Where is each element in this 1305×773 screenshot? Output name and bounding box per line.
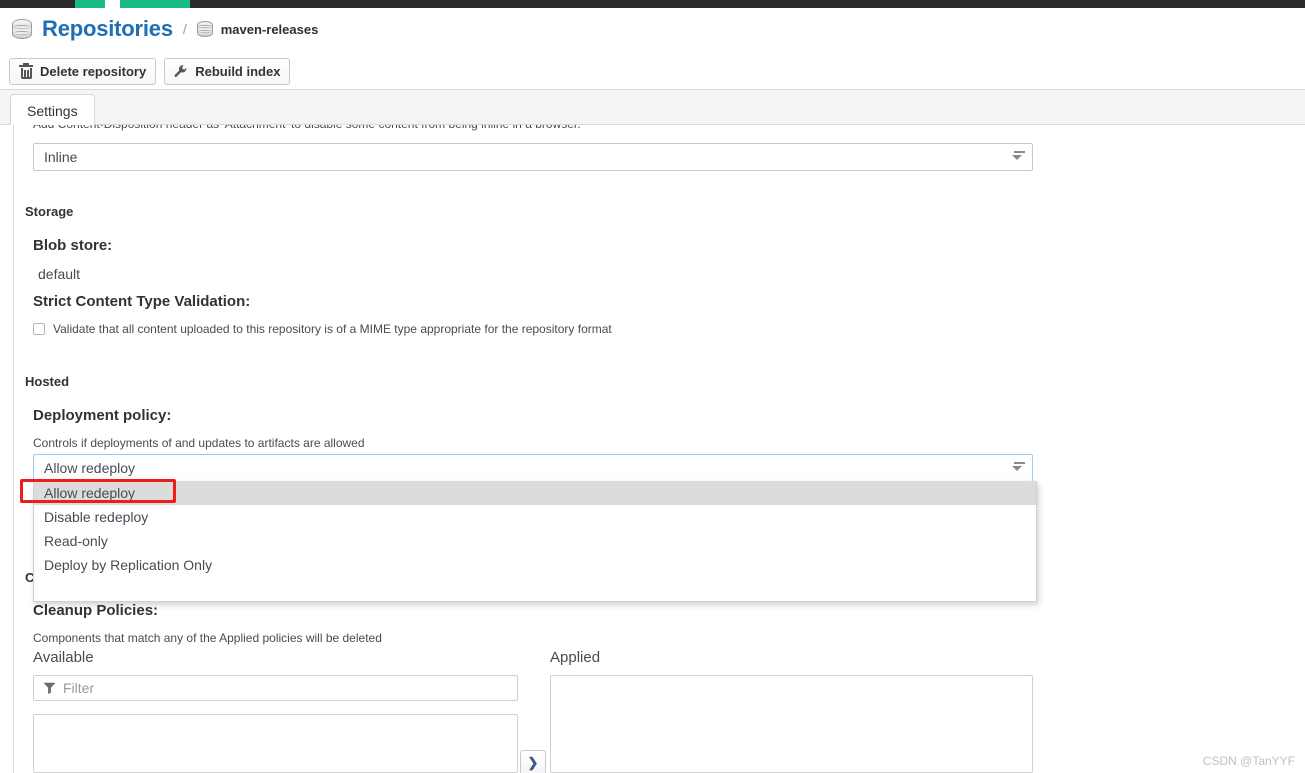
cleanup-policies-label: Cleanup Policies: [33, 602, 159, 619]
tab-settings-label: Settings [27, 102, 78, 119]
panel-left-rail [13, 125, 14, 773]
content-disposition-select[interactable]: Inline [33, 143, 1033, 171]
move-to-applied-button[interactable]: ❯ [520, 750, 546, 773]
dropdown-option-label: Allow redeploy [44, 485, 136, 501]
browser-chrome-band [0, 0, 1305, 8]
dropdown-option-read-only[interactable]: Read-only [34, 529, 1036, 553]
dropdown-option-label: Deploy by Replication Only [44, 557, 213, 573]
section-storage-heading: Storage [25, 204, 74, 219]
applied-column-header: Applied [550, 649, 601, 666]
cleanup-policies-hint: Components that match any of the Applied… [33, 631, 382, 645]
content-disposition-hint-clipped: Add Content-Disposition header as 'Attac… [33, 125, 1033, 139]
tab-settings[interactable]: Settings [10, 94, 95, 126]
browser-tab-gap [105, 0, 120, 8]
dropdown-option-allow-redeploy[interactable]: Allow redeploy [34, 481, 1036, 505]
action-toolbar: Delete repository Rebuild index [9, 58, 291, 85]
deployment-policy-value: Allow redeploy [44, 460, 136, 476]
watermark: CSDN @TanYYF [1202, 754, 1295, 768]
content-disposition-value: Inline [44, 149, 78, 165]
breadcrumb-current-repository: maven-releases [220, 21, 319, 37]
strict-content-type-checkbox[interactable] [33, 323, 45, 335]
repository-icon [196, 20, 213, 38]
breadcrumb: Repositories / maven-releases [0, 8, 1305, 50]
strict-content-type-label: Strict Content Type Validation: [33, 293, 251, 310]
dropdown-option-disable-redeploy[interactable]: Disable redeploy [34, 505, 1036, 529]
tab-bar: Settings [0, 89, 1305, 126]
settings-panel: Add Content-Disposition header as 'Attac… [0, 125, 1305, 773]
blob-store-value: default [38, 266, 81, 282]
strict-content-type-checkbox-label: Validate that all content uploaded to th… [53, 322, 612, 336]
app-window: Repositories / maven-releases Delete rep… [0, 0, 1305, 773]
applied-list[interactable] [550, 675, 1033, 773]
move-right-icon: ❯ [527, 755, 539, 770]
chevron-down-icon [1012, 466, 1022, 471]
section-hosted-heading: Hosted [25, 374, 70, 389]
breadcrumb-separator: / [182, 21, 187, 37]
deployment-policy-hint: Controls if deployments of and updates t… [33, 436, 365, 450]
delete-repository-button[interactable]: Delete repository [9, 58, 157, 85]
select-divider [1014, 151, 1025, 153]
browser-tab-sliver-left [75, 0, 105, 8]
blob-store-label: Blob store: [33, 237, 113, 254]
dropdown-option-label: Disable redeploy [44, 509, 149, 525]
browser-tab-sliver-right [120, 0, 190, 8]
trash-icon [19, 63, 33, 79]
filter-icon [43, 682, 56, 694]
deployment-policy-label: Deployment policy: [33, 407, 172, 424]
available-column-header: Available [33, 649, 94, 666]
available-filter-placeholder: Filter [63, 680, 95, 696]
deployment-policy-select[interactable]: Allow redeploy [33, 454, 1033, 482]
available-filter-input[interactable]: Filter [33, 675, 518, 701]
deployment-policy-dropdown[interactable]: Allow redeploy Disable redeploy Read-onl… [33, 481, 1037, 602]
dropdown-option-label: Read-only [44, 533, 108, 549]
rebuild-index-label: Rebuild index [195, 64, 281, 79]
rebuild-index-button[interactable]: Rebuild index [164, 58, 291, 85]
breadcrumb-root-link[interactable]: Repositories [42, 16, 173, 42]
dropdown-filler [34, 577, 1036, 601]
content-disposition-hint: Add Content-Disposition header as 'Attac… [33, 125, 1033, 131]
dropdown-option-deploy-by-replication-only[interactable]: Deploy by Replication Only [34, 553, 1036, 577]
chevron-down-icon [1012, 155, 1022, 160]
available-list[interactable] [33, 714, 518, 773]
select-divider [1014, 462, 1025, 464]
database-icon [12, 18, 32, 40]
delete-repository-label: Delete repository [40, 64, 147, 79]
wrench-icon [174, 64, 188, 79]
strict-content-type-row: Validate that all content uploaded to th… [33, 322, 612, 336]
